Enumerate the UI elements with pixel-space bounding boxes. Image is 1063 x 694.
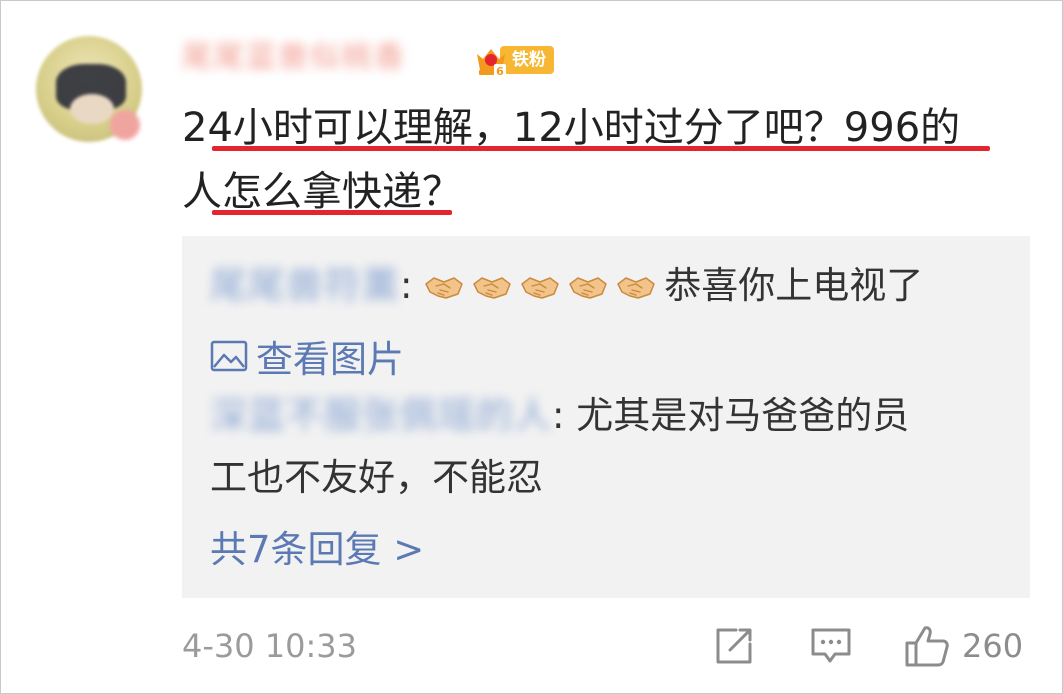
image-icon	[210, 340, 248, 372]
crown-icon: 6	[474, 44, 506, 78]
reply-author[interactable]: 尾尾兽符薰	[210, 258, 400, 314]
fan-badge-label: 铁粉	[500, 46, 554, 74]
view-picture-link[interactable]: 查看图片	[210, 328, 404, 384]
comment-body: 24小时可以理解，12小时过分了吧？996的 人怎么拿快递？	[182, 96, 1032, 224]
handshake-icon	[569, 277, 607, 299]
reply-item-1: 尾尾兽符薰: 恭喜你上电视了	[210, 258, 923, 314]
handshake-icon	[617, 277, 655, 299]
verified-badge-icon	[110, 110, 140, 140]
share-button[interactable]	[714, 622, 754, 670]
reply-text-line-1: 尤其是对马爸爸的员	[576, 394, 910, 437]
reply-item-2: 深蓝不服张佩瑶的人: 尤其是对马爸爸的员	[210, 388, 909, 444]
svg-text:6: 6	[496, 65, 504, 78]
reply-author[interactable]: 深蓝不服张佩瑶的人	[210, 388, 552, 444]
comment-timestamp: 4-30 10:33	[182, 627, 358, 665]
like-count: 260	[962, 627, 1024, 665]
comment-icon	[810, 625, 852, 667]
reply-separator: :	[400, 264, 413, 307]
reply-text-line-2: 工也不友好，不能忍	[210, 456, 543, 499]
handshake-icon	[521, 277, 559, 299]
handshake-icon	[425, 277, 463, 299]
reply-separator: :	[552, 394, 565, 437]
handshake-icon	[473, 277, 511, 299]
like-icon	[904, 624, 950, 668]
like-button[interactable]: 260	[904, 622, 1023, 670]
view-picture-label: 查看图片	[256, 338, 404, 381]
share-icon	[714, 626, 754, 666]
username[interactable]: 尾尾蓝兽似桃香	[182, 40, 406, 76]
fan-badge[interactable]: 6 铁粉	[474, 44, 554, 78]
comment-button[interactable]	[810, 622, 852, 670]
reply-text: 恭喜你上电视了	[664, 264, 924, 307]
reply-item-2-cont: 工也不友好，不能忍	[210, 450, 543, 506]
handshake-emoji-row	[424, 264, 664, 307]
replies-panel: 尾尾兽符薰: 恭喜你上电视了 查看图片 深蓝不服张佩瑶的人: 尤其是对马爸爸的员…	[182, 236, 1030, 598]
highlight-underline-1	[212, 146, 990, 151]
more-replies-link[interactable]: 共7条回复 >	[210, 522, 424, 578]
highlight-underline-2	[212, 210, 452, 215]
